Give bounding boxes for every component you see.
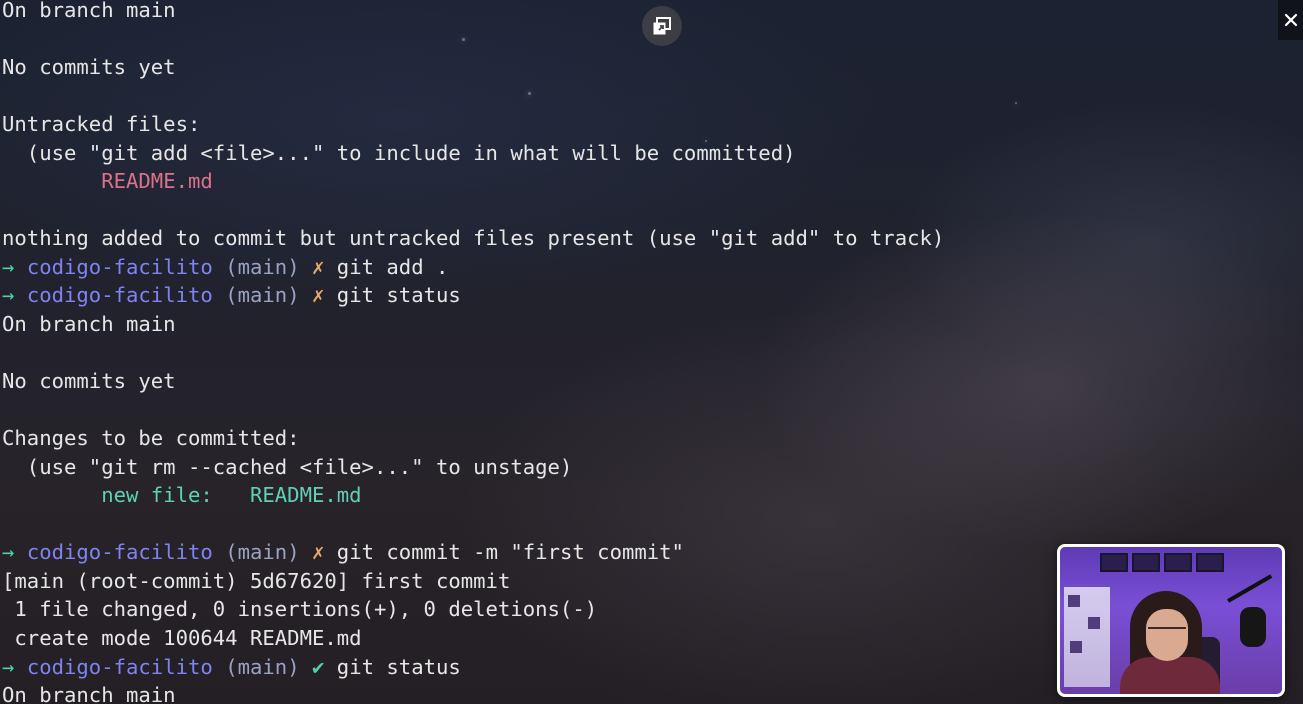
shelf-item (1068, 595, 1080, 607)
terminal-text: No commits yet (2, 369, 176, 394)
close-button[interactable] (1278, 0, 1303, 40)
presenter-webcam (1057, 544, 1285, 697)
microphone (1240, 607, 1266, 647)
wall-frame (1132, 553, 1160, 572)
terminal-line: On branch main (2, 310, 944, 339)
terminal-text: codigo-facilito (26, 283, 213, 308)
terminal-text: (main) (212, 254, 300, 279)
bookshelf (1064, 587, 1110, 687)
wall-frame (1196, 553, 1224, 572)
terminal-text: 1 file changed, 0 insertions(+), 0 delet… (2, 597, 598, 622)
terminal-line: → codigo-facilito (main) ✗ git add . (2, 253, 944, 282)
terminal-text: → (2, 654, 27, 679)
terminal-text: [main (root-commit) 5d67620] first commi… (2, 568, 511, 593)
terminal-text: (use "git rm --cached <file>..." to unst… (2, 454, 573, 479)
terminal-line: On branch main (2, 681, 944, 704)
terminal-text: → (2, 283, 27, 308)
presenter-glasses (1148, 627, 1186, 639)
terminal-text: Untracked files: (2, 112, 201, 137)
terminal-text: ✗ (299, 254, 337, 279)
terminal-text: git add . (336, 254, 449, 279)
terminal-line: README.md (2, 167, 944, 196)
terminal-line: No commits yet (2, 53, 944, 82)
terminal-text: codigo-facilito (26, 254, 213, 279)
terminal-text: ✔ (299, 654, 337, 679)
terminal-line: new file: README.md (2, 481, 944, 510)
terminal-text: No commits yet (2, 55, 176, 80)
terminal-line: No commits yet (2, 367, 944, 396)
terminal-line: → codigo-facilito (main) ✗ git status (2, 281, 944, 310)
terminal-line: On branch main (2, 0, 944, 25)
terminal-text: On branch main (2, 312, 176, 337)
terminal-output: On branch main No commits yet Untracked fi… (2, 0, 944, 704)
terminal-line: Changes to be committed: (2, 424, 944, 453)
terminal-text: codigo-facilito (26, 654, 213, 679)
terminal-text: nothing added to commit but untracked fi… (2, 226, 945, 251)
terminal-text: → (2, 540, 27, 565)
terminal-text: git status (336, 654, 461, 679)
video-frame: On branch main No commits yet Untracked fi… (0, 0, 1303, 704)
terminal-line: create mode 100644 README.md (2, 624, 944, 653)
terminal-text: git commit -m "first commit" (336, 540, 684, 565)
mic-arm (1227, 574, 1273, 603)
terminal-line: 1 file changed, 0 insertions(+), 0 delet… (2, 595, 944, 624)
terminal-line: [main (root-commit) 5d67620] first commi… (2, 567, 944, 596)
terminal-text: (main) (212, 283, 300, 308)
terminal-text: ✗ (299, 283, 337, 308)
terminal-line: → codigo-facilito (main) ✔ git status (2, 653, 944, 682)
terminal-text: codigo-facilito (26, 540, 213, 565)
picture-in-picture-icon (653, 17, 671, 35)
presenter-shirt (1120, 657, 1220, 694)
terminal-line: (use "git add <file>..." to include in w… (2, 139, 944, 168)
terminal-text: (main) (212, 540, 300, 565)
terminal-text: git status (336, 283, 461, 308)
shelf-item (1088, 617, 1100, 629)
terminal-line: nothing added to commit but untracked fi… (2, 224, 944, 253)
popout-button[interactable] (642, 6, 682, 46)
terminal-line: (use "git rm --cached <file>..." to unst… (2, 453, 944, 482)
close-icon (1284, 13, 1297, 27)
terminal-text: (main) (212, 654, 300, 679)
terminal-text: new file: README.md (101, 483, 362, 508)
terminal-text: README.md (101, 169, 213, 194)
terminal-line: Untracked files: (2, 110, 944, 139)
shelf-item (1070, 641, 1082, 653)
terminal-text: On branch main (2, 0, 176, 22)
terminal-line: → codigo-facilito (main) ✗ git commit -m… (2, 538, 944, 567)
wall-frame (1164, 553, 1192, 572)
terminal-text: (use "git add <file>..." to include in w… (2, 140, 796, 165)
terminal-text: → (2, 254, 27, 279)
background-star (1015, 102, 1017, 104)
terminal-text: create mode 100644 README.md (2, 626, 362, 651)
terminal-text: ✗ (299, 540, 337, 565)
wall-frame (1100, 553, 1128, 572)
terminal-text: Changes to be committed: (2, 426, 300, 451)
terminal-text: On branch main (2, 683, 176, 704)
